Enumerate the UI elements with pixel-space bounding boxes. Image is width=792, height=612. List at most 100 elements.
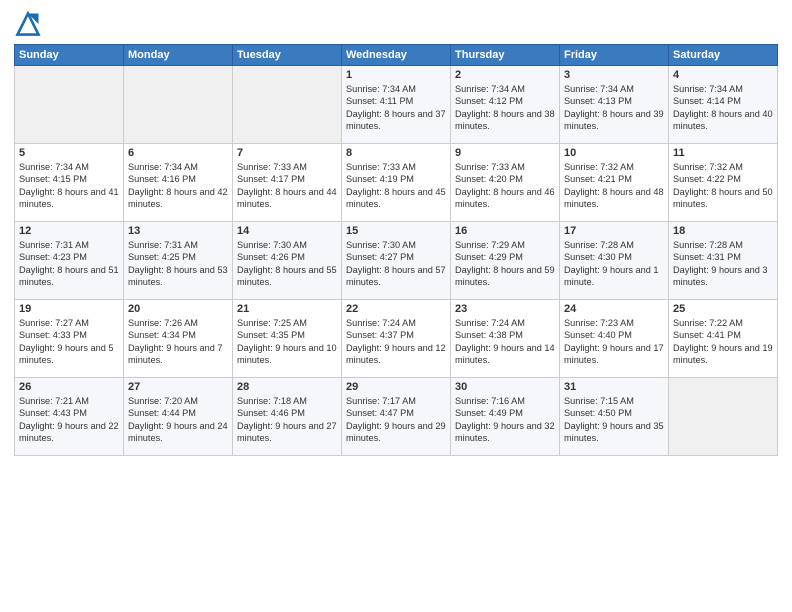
page-container: SundayMondayTuesdayWednesdayThursdayFrid…: [0, 0, 792, 612]
day-info: Sunrise: 7:34 AM Sunset: 4:16 PM Dayligh…: [128, 161, 228, 211]
day-info: Sunrise: 7:26 AM Sunset: 4:34 PM Dayligh…: [128, 317, 228, 367]
calendar-week-row: 5 Sunrise: 7:34 AM Sunset: 4:15 PM Daylig…: [15, 144, 778, 222]
day-info: Sunrise: 7:28 AM Sunset: 4:30 PM Dayligh…: [564, 239, 664, 289]
weekday-header-row: SundayMondayTuesdayWednesdayThursdayFrid…: [15, 45, 778, 66]
day-info: Sunrise: 7:32 AM Sunset: 4:22 PM Dayligh…: [673, 161, 773, 211]
day-number: 5: [19, 147, 119, 159]
calendar-table: SundayMondayTuesdayWednesdayThursdayFrid…: [14, 44, 778, 456]
calendar-day-cell: 2 Sunrise: 7:34 AM Sunset: 4:12 PM Daylig…: [451, 66, 560, 144]
header: [14, 10, 778, 38]
calendar-week-row: 19Sunrise: 7:27 AM Sunset: 4:33 PM Dayli…: [15, 300, 778, 378]
day-info: Sunrise: 7:16 AM Sunset: 4:49 PM Dayligh…: [455, 395, 555, 445]
calendar-day-cell: 19Sunrise: 7:27 AM Sunset: 4:33 PM Dayli…: [15, 300, 124, 378]
calendar-day-cell: 28 Sunrise: 7:18 AM Sunset: 4:46 PM Dayli…: [233, 378, 342, 456]
logo-icon: [14, 10, 42, 38]
day-number: 8: [346, 147, 446, 159]
calendar-day-cell: 14 Sunrise: 7:30 AM Sunset: 4:26 PM Dayli…: [233, 222, 342, 300]
calendar-week-row: 12 Sunrise: 7:31 AM Sunset: 4:23 PM Dayli…: [15, 222, 778, 300]
calendar-day-cell: 3 Sunrise: 7:34 AM Sunset: 4:13 PM Daylig…: [560, 66, 669, 144]
day-info: Sunrise: 7:29 AM Sunset: 4:29 PM Dayligh…: [455, 239, 555, 289]
calendar-header: SundayMondayTuesdayWednesdayThursdayFrid…: [15, 45, 778, 66]
calendar-day-cell: 31 Sunrise: 7:15 AM Sunset: 4:50 PM Dayli…: [560, 378, 669, 456]
day-number: 18: [673, 225, 773, 237]
calendar-day-cell: 12 Sunrise: 7:31 AM Sunset: 4:23 PM Dayli…: [15, 222, 124, 300]
weekday-header-friday: Friday: [560, 45, 669, 66]
calendar-day-cell: 16 Sunrise: 7:29 AM Sunset: 4:29 PM Dayli…: [451, 222, 560, 300]
day-number: 26: [19, 381, 119, 393]
day-number: 17: [564, 225, 664, 237]
calendar-day-cell: 5 Sunrise: 7:34 AM Sunset: 4:15 PM Daylig…: [15, 144, 124, 222]
calendar-day-cell: [124, 66, 233, 144]
day-number: 27: [128, 381, 228, 393]
day-number: 13: [128, 225, 228, 237]
day-number: 12: [19, 225, 119, 237]
day-info: Sunrise: 7:27 AM Sunset: 4:33 PM Dayligh…: [19, 317, 119, 367]
calendar-day-cell: 23Sunrise: 7:24 AM Sunset: 4:38 PM Dayli…: [451, 300, 560, 378]
calendar-day-cell: 18 Sunrise: 7:28 AM Sunset: 4:31 PM Dayli…: [669, 222, 778, 300]
day-info: Sunrise: 7:24 AM Sunset: 4:38 PM Dayligh…: [455, 317, 555, 367]
calendar-day-cell: 1 Sunrise: 7:34 AM Sunset: 4:11 PM Daylig…: [342, 66, 451, 144]
day-number: 29: [346, 381, 446, 393]
day-info: Sunrise: 7:17 AM Sunset: 4:47 PM Dayligh…: [346, 395, 446, 445]
calendar-day-cell: 15 Sunrise: 7:30 AM Sunset: 4:27 PM Dayli…: [342, 222, 451, 300]
day-info: Sunrise: 7:33 AM Sunset: 4:17 PM Dayligh…: [237, 161, 337, 211]
calendar-day-cell: 24Sunrise: 7:23 AM Sunset: 4:40 PM Dayli…: [560, 300, 669, 378]
calendar-day-cell: [669, 378, 778, 456]
weekday-header-tuesday: Tuesday: [233, 45, 342, 66]
day-number: 7: [237, 147, 337, 159]
weekday-header-saturday: Saturday: [669, 45, 778, 66]
calendar-day-cell: 10 Sunrise: 7:32 AM Sunset: 4:21 PM Dayli…: [560, 144, 669, 222]
calendar-day-cell: 7 Sunrise: 7:33 AM Sunset: 4:17 PM Daylig…: [233, 144, 342, 222]
day-number: 28: [237, 381, 337, 393]
day-number: 15: [346, 225, 446, 237]
day-info: Sunrise: 7:25 AM Sunset: 4:35 PM Dayligh…: [237, 317, 337, 367]
calendar-day-cell: 9Sunrise: 7:33 AM Sunset: 4:20 PM Daylig…: [451, 144, 560, 222]
weekday-header-wednesday: Wednesday: [342, 45, 451, 66]
day-info: Sunrise: 7:34 AM Sunset: 4:13 PM Dayligh…: [564, 83, 664, 133]
day-info: Sunrise: 7:28 AM Sunset: 4:31 PM Dayligh…: [673, 239, 773, 289]
day-number: 30: [455, 381, 555, 393]
calendar-week-row: 26Sunrise: 7:21 AM Sunset: 4:43 PM Dayli…: [15, 378, 778, 456]
day-number: 6: [128, 147, 228, 159]
day-info: Sunrise: 7:32 AM Sunset: 4:21 PM Dayligh…: [564, 161, 664, 211]
day-info: Sunrise: 7:30 AM Sunset: 4:27 PM Dayligh…: [346, 239, 446, 289]
calendar-day-cell: 6 Sunrise: 7:34 AM Sunset: 4:16 PM Daylig…: [124, 144, 233, 222]
day-info: Sunrise: 7:22 AM Sunset: 4:41 PM Dayligh…: [673, 317, 773, 367]
day-info: Sunrise: 7:18 AM Sunset: 4:46 PM Dayligh…: [237, 395, 337, 445]
day-info: Sunrise: 7:31 AM Sunset: 4:25 PM Dayligh…: [128, 239, 228, 289]
calendar-body: 1 Sunrise: 7:34 AM Sunset: 4:11 PM Daylig…: [15, 66, 778, 456]
calendar-day-cell: 30 Sunrise: 7:16 AM Sunset: 4:49 PM Dayli…: [451, 378, 560, 456]
calendar-day-cell: 4Sunrise: 7:34 AM Sunset: 4:14 PM Daylig…: [669, 66, 778, 144]
day-info: Sunrise: 7:34 AM Sunset: 4:15 PM Dayligh…: [19, 161, 119, 211]
calendar-day-cell: 13 Sunrise: 7:31 AM Sunset: 4:25 PM Dayli…: [124, 222, 233, 300]
calendar-day-cell: [15, 66, 124, 144]
day-info: Sunrise: 7:31 AM Sunset: 4:23 PM Dayligh…: [19, 239, 119, 289]
calendar-day-cell: 25 Sunrise: 7:22 AM Sunset: 4:41 PM Dayli…: [669, 300, 778, 378]
day-number: 14: [237, 225, 337, 237]
day-number: 2: [455, 69, 555, 81]
day-number: 1: [346, 69, 446, 81]
day-number: 11: [673, 147, 773, 159]
weekday-header-monday: Monday: [124, 45, 233, 66]
day-number: 16: [455, 225, 555, 237]
calendar-week-row: 1 Sunrise: 7:34 AM Sunset: 4:11 PM Daylig…: [15, 66, 778, 144]
day-info: Sunrise: 7:20 AM Sunset: 4:44 PM Dayligh…: [128, 395, 228, 445]
day-number: 31: [564, 381, 664, 393]
day-info: Sunrise: 7:15 AM Sunset: 4:50 PM Dayligh…: [564, 395, 664, 445]
calendar-day-cell: 8 Sunrise: 7:33 AM Sunset: 4:19 PM Daylig…: [342, 144, 451, 222]
weekday-header-sunday: Sunday: [15, 45, 124, 66]
day-info: Sunrise: 7:34 AM Sunset: 4:12 PM Dayligh…: [455, 83, 555, 133]
day-number: 10: [564, 147, 664, 159]
calendar-day-cell: 20 Sunrise: 7:26 AM Sunset: 4:34 PM Dayli…: [124, 300, 233, 378]
day-number: 24: [564, 303, 664, 315]
calendar-day-cell: 26Sunrise: 7:21 AM Sunset: 4:43 PM Dayli…: [15, 378, 124, 456]
day-number: 20: [128, 303, 228, 315]
day-info: Sunrise: 7:24 AM Sunset: 4:37 PM Dayligh…: [346, 317, 446, 367]
day-info: Sunrise: 7:34 AM Sunset: 4:11 PM Dayligh…: [346, 83, 446, 133]
day-info: Sunrise: 7:30 AM Sunset: 4:26 PM Dayligh…: [237, 239, 337, 289]
day-info: Sunrise: 7:33 AM Sunset: 4:19 PM Dayligh…: [346, 161, 446, 211]
day-number: 9: [455, 147, 555, 159]
calendar-day-cell: [233, 66, 342, 144]
day-number: 3: [564, 69, 664, 81]
day-number: 25: [673, 303, 773, 315]
